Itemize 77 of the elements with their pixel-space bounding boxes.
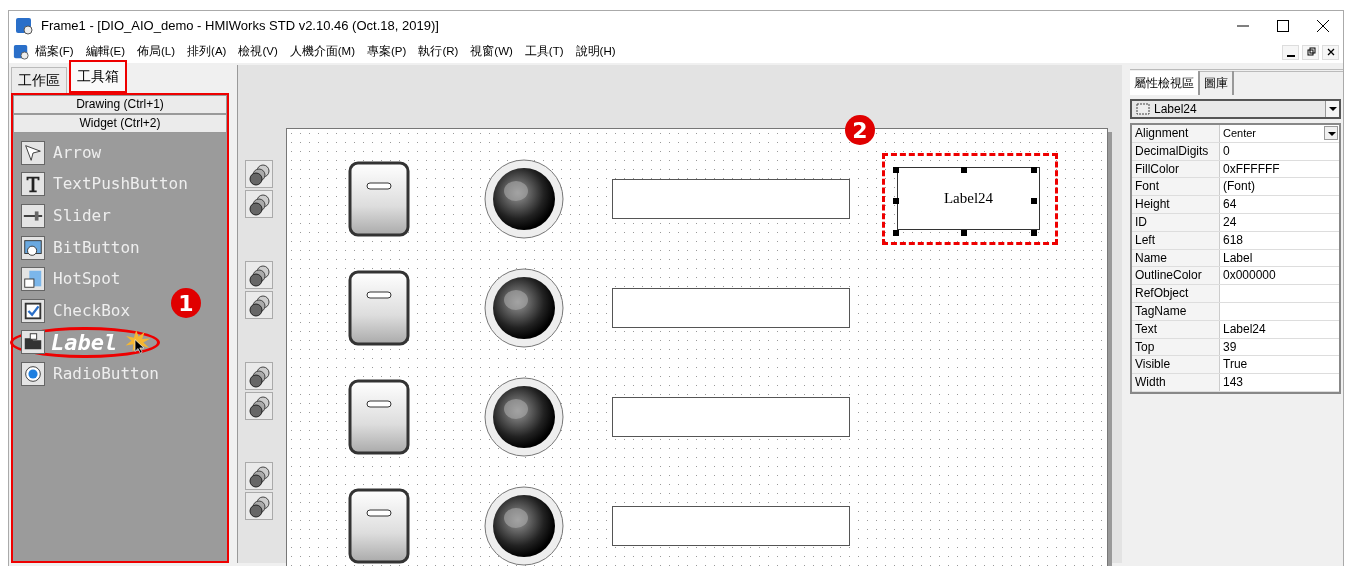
caret-icon[interactable]	[1325, 101, 1339, 117]
resize-handle[interactable]	[893, 197, 899, 204]
property-value: 64	[1222, 196, 1238, 213]
restore-button[interactable]	[1302, 44, 1319, 60]
layers-icon[interactable]	[245, 160, 273, 188]
menu-item[interactable]: 檢視(V)	[232, 43, 284, 61]
checkbox-icon	[21, 298, 45, 323]
property-dropdown[interactable]: Center	[1220, 125, 1339, 142]
resize-handle[interactable]	[961, 166, 967, 173]
layers-icon[interactable]	[245, 462, 273, 491]
property-value: 39	[1222, 338, 1238, 356]
property-name: Font	[1132, 178, 1220, 196]
layers-icon[interactable]	[245, 260, 273, 289]
folder-icon	[21, 330, 45, 355]
window-title: Frame1 - [DIO_AIO_demo - HMIWorks STD v2.10.46 (Oct.18, 2019)]	[41, 17, 439, 36]
dashed-box-icon	[1136, 103, 1150, 115]
layers-icon[interactable]	[245, 492, 273, 521]
resize-handle[interactable]	[1031, 197, 1037, 204]
caret-icon	[1324, 126, 1338, 141]
menu-item[interactable]: 執行(R)	[412, 43, 465, 61]
property-value: True	[1222, 356, 1249, 374]
label-widget[interactable]: Label24	[897, 166, 1040, 230]
menu-item[interactable]: 編輯(E)	[79, 43, 132, 61]
layers-icon[interactable]	[245, 190, 273, 218]
property-name: Width	[1132, 374, 1220, 391]
menu-item[interactable]: 說明(H)	[569, 43, 622, 61]
property-value: 0	[1222, 142, 1231, 160]
layers-icon[interactable]	[245, 391, 273, 420]
radio-icon	[21, 361, 45, 386]
menu-item[interactable]: 工具(T)	[518, 43, 570, 61]
section-button[interactable]: Drawing (Ctrl+1)	[13, 95, 227, 114]
menu-item[interactable]: 人機介面(M)	[283, 43, 362, 61]
property-value: (Font)	[1222, 178, 1256, 196]
property-name: Height	[1132, 196, 1220, 213]
cursor-icon	[21, 140, 45, 165]
minimize-icon	[1286, 55, 1295, 57]
property-value: 618	[1222, 231, 1245, 249]
callout-badge: 2	[845, 115, 875, 145]
resize-handle[interactable]	[893, 229, 899, 236]
tab[interactable]: 圖庫	[1200, 71, 1234, 95]
object-selector[interactable]: Label24	[1130, 99, 1341, 119]
tab[interactable]: 屬性檢視區	[1130, 71, 1200, 95]
app-icon	[15, 17, 33, 35]
resize-handle[interactable]	[893, 166, 899, 173]
property-value: 0xFFFFFF	[1222, 160, 1281, 178]
property-value: 24	[1222, 214, 1238, 231]
property-value: Label	[1222, 249, 1254, 267]
property-value: 143	[1222, 374, 1245, 391]
resize-handle[interactable]	[1031, 166, 1037, 173]
layers-icon[interactable]	[245, 290, 273, 319]
layers-icon[interactable]	[245, 361, 273, 390]
property-name: OutlineColor	[1132, 267, 1220, 285]
letter-icon	[21, 172, 45, 197]
restore-icon	[1305, 47, 1316, 57]
slider-icon	[21, 204, 45, 228]
menu-item[interactable]: 佈局(L)	[131, 43, 182, 61]
menu-item[interactable]: 排列(A)	[181, 43, 233, 61]
property-name: Alignment	[1132, 125, 1220, 142]
close-icon	[1325, 47, 1336, 57]
close-icon	[1317, 20, 1329, 32]
resize-handle[interactable]	[1031, 229, 1037, 236]
app-icon	[13, 44, 29, 60]
section-button[interactable]: Widget (Ctrl+2)	[13, 114, 227, 133]
callout-badge: 1	[171, 288, 201, 318]
property-name: Visible	[1132, 356, 1220, 374]
resize-handle[interactable]	[961, 229, 967, 236]
property-value: Label24	[1222, 320, 1267, 338]
menu-item[interactable]: 專案(P)	[361, 43, 413, 61]
tab[interactable]: 工具箱	[69, 60, 127, 93]
minimize-button[interactable]	[1282, 44, 1299, 60]
maximize-icon	[1277, 20, 1289, 32]
close-button[interactable]	[1322, 44, 1339, 60]
property-value: 0x000000	[1222, 267, 1277, 285]
menu-item[interactable]: 檔案(F)	[29, 43, 80, 61]
tab[interactable]: 工作區	[11, 67, 67, 93]
menu-item[interactable]: 視窗(W)	[464, 43, 519, 61]
property-name: RefObject	[1132, 285, 1220, 302]
